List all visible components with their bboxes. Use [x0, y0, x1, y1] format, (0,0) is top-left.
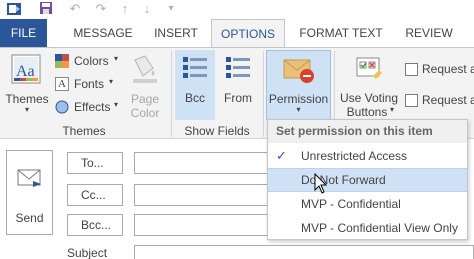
- up-arrow-icon[interactable]: ↑: [118, 1, 132, 17]
- chevron-down-icon: ▾: [296, 105, 301, 114]
- menu-header: Set permission on this item: [268, 120, 467, 143]
- bcc-field-button[interactable]: Bcc...: [67, 214, 123, 236]
- voting-icon: [355, 54, 383, 85]
- menu-item-label: MVP - Confidential: [301, 197, 401, 211]
- from-button[interactable]: From: [218, 50, 258, 120]
- fonts-icon: A: [55, 77, 69, 91]
- page-color-label-line2: Color: [130, 106, 160, 120]
- svg-text:Aa: Aa: [16, 63, 35, 80]
- chevron-down-icon: ▾: [109, 77, 114, 86]
- chevron-down-icon: ▾: [114, 54, 119, 63]
- use-voting-buttons-button[interactable]: Use Voting Buttons ▾: [338, 50, 400, 120]
- themes-label: Themes: [5, 92, 49, 106]
- check-icon: ✓: [276, 148, 287, 163]
- use-voting-label-line2: Buttons: [346, 105, 388, 119]
- group-separator: [171, 51, 172, 137]
- effects-button[interactable]: Effects ▾: [55, 100, 125, 116]
- app-icon: [5, 1, 23, 17]
- page-color-icon: [131, 54, 159, 87]
- chevron-down-icon: ▾: [114, 100, 119, 109]
- tab-review[interactable]: REVIEW: [398, 19, 460, 47]
- permission-button[interactable]: Permission ▾: [266, 50, 331, 120]
- send-icon: [17, 167, 43, 194]
- to-field[interactable]: [134, 152, 274, 174]
- chevron-down-icon: ▾: [24, 105, 29, 114]
- ribbon-tabs: FILE MESSAGE INSERT OPTIONS FORMAT TEXT …: [0, 19, 474, 48]
- send-label: Send: [15, 211, 44, 225]
- group-label-show-fields: Show Fields: [184, 124, 250, 138]
- page-color-label-line1: Page: [130, 92, 160, 106]
- group-label-themes: Themes: [62, 124, 106, 138]
- use-voting-label-line1: Use Voting: [339, 91, 399, 105]
- send-button[interactable]: Send: [6, 150, 53, 235]
- undo-icon[interactable]: ↶: [66, 1, 84, 17]
- effects-label: Effects: [74, 100, 111, 114]
- effects-icon: [55, 100, 69, 114]
- request-checkbox-2[interactable]: Request a: [405, 93, 474, 109]
- permission-icon: [283, 56, 315, 87]
- down-arrow-icon[interactable]: ↓: [140, 1, 154, 17]
- menu-item-label: Unrestricted Access: [301, 149, 408, 163]
- request-label-2: Request a: [422, 93, 474, 107]
- themes-icon: Aa: [11, 54, 41, 87]
- cc-field[interactable]: [134, 184, 274, 206]
- bcc-button[interactable]: Bcc: [175, 50, 215, 120]
- permission-menu: Set permission on this item ✓ Unrestrict…: [267, 119, 468, 240]
- tab-file[interactable]: FILE: [0, 19, 47, 47]
- save-icon[interactable]: [37, 1, 55, 17]
- tab-message[interactable]: MESSAGE: [67, 19, 139, 47]
- request-checkbox-1[interactable]: Request a: [405, 62, 474, 78]
- tab-options[interactable]: OPTIONS: [211, 19, 285, 48]
- permission-label: Permission: [268, 92, 329, 106]
- menu-item-unrestricted-access[interactable]: ✓ Unrestricted Access: [268, 144, 467, 168]
- tab-insert[interactable]: INSERT: [148, 19, 204, 47]
- from-label: From: [224, 91, 252, 105]
- menu-item-label: MVP - Confidential View Only: [301, 221, 458, 235]
- cursor-icon: [314, 172, 328, 198]
- from-icon: [224, 54, 252, 85]
- redo-icon[interactable]: ↷: [92, 1, 110, 17]
- fonts-button[interactable]: A Fonts ▾: [55, 77, 125, 93]
- group-separator: [263, 51, 264, 137]
- bcc-field[interactable]: [134, 214, 274, 236]
- subject-field[interactable]: [134, 245, 474, 259]
- fonts-label: Fonts: [74, 77, 105, 91]
- request-label-1: Request a: [422, 62, 474, 76]
- bcc-icon: [181, 54, 209, 85]
- menu-item-do-not-forward[interactable]: Do Not Forward: [268, 168, 467, 192]
- colors-label: Colors: [74, 54, 109, 68]
- menu-item-mvp-confidential[interactable]: MVP - Confidential: [268, 192, 467, 216]
- colors-icon: [55, 54, 69, 68]
- colors-button[interactable]: Colors ▾: [55, 54, 125, 70]
- tab-format-text[interactable]: FORMAT TEXT: [293, 19, 389, 47]
- themes-button[interactable]: Aa Themes ▾: [4, 51, 50, 119]
- customize-icon[interactable]: ▾: [164, 1, 178, 17]
- menu-item-mvp-confidential-view-only[interactable]: MVP - Confidential View Only: [268, 216, 467, 240]
- page-color-button[interactable]: Page Color: [123, 51, 167, 120]
- subject-label: Subject: [67, 246, 108, 259]
- checkbox[interactable]: [405, 94, 418, 107]
- to-button[interactable]: To...: [67, 152, 123, 174]
- quick-access-toolbar: ↶ ↷ ↑ ↓ ▾: [0, 0, 474, 19]
- chevron-down-icon: ▾: [390, 105, 395, 114]
- bcc-label: Bcc: [184, 91, 205, 105]
- cc-button[interactable]: Cc...: [67, 184, 123, 206]
- checkbox[interactable]: [405, 63, 418, 76]
